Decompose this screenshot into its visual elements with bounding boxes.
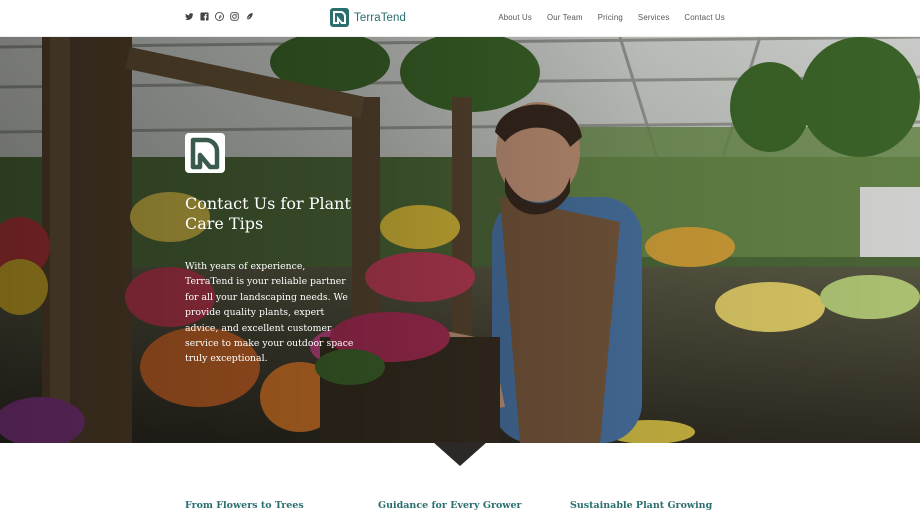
leaf-icon[interactable] xyxy=(245,12,254,21)
feature-title-flowers-to-trees: From Flowers to Trees xyxy=(185,500,304,511)
hero-title: Contact Us for Plant Care Tips xyxy=(185,194,351,233)
nav-services[interactable]: Services xyxy=(638,13,670,22)
brand-name: TerraTend xyxy=(354,11,407,24)
brand-logo-link[interactable]: TerraTend xyxy=(330,8,406,27)
hero-bottom-notch xyxy=(433,442,487,466)
hero-description: With years of experience, TerraTend is y… xyxy=(185,261,354,365)
twitter-icon[interactable] xyxy=(185,12,194,21)
nav-about-us[interactable]: About Us xyxy=(498,13,532,22)
hero-logo-icon xyxy=(185,133,225,173)
instagram-icon[interactable] xyxy=(230,12,239,21)
pinterest-icon[interactable] xyxy=(215,12,224,21)
feature-title-guidance: Guidance for Every Grower xyxy=(378,500,522,511)
features-row: From Flowers to Trees Guidance for Every… xyxy=(0,498,920,514)
feature-title-sustainable: Sustainable Plant Growing xyxy=(570,500,713,511)
brand-logo-icon xyxy=(330,8,349,27)
main-nav: About Us Our Team Pricing Services Conta… xyxy=(498,13,725,22)
facebook-icon[interactable] xyxy=(200,12,209,21)
nav-contact-us[interactable]: Contact Us xyxy=(684,13,725,22)
nav-our-team[interactable]: Our Team xyxy=(547,13,583,22)
site-header: TerraTend About Us Our Team Pricing Serv… xyxy=(0,0,920,37)
nav-pricing[interactable]: Pricing xyxy=(598,13,623,22)
social-links xyxy=(185,12,254,21)
hero-section: Contact Us for Plant Care Tips With year… xyxy=(0,37,920,443)
hero-overlay xyxy=(0,37,920,443)
